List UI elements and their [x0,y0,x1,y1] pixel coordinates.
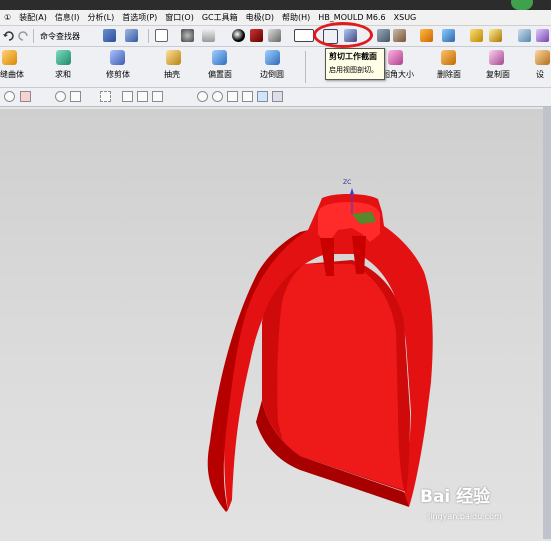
shell-icon[interactable] [166,50,181,65]
standard-toolbar: 命令查找器 [0,26,551,47]
select-filter-icon[interactable] [125,29,138,42]
feature-toolbar: 缝曲体 求和 修剪体 抽壳 偏置面 边倒圆 图角大小 删除面 复制面 设 [0,47,551,88]
unite-icon[interactable] [56,50,71,65]
menu-item-gc-toolbox[interactable]: GC工具箱 [198,12,242,23]
face-snap-icon[interactable] [257,91,268,102]
unite-button[interactable]: 求和 [55,69,71,80]
menu-item-xsug[interactable]: XSUG [390,13,421,22]
z-axis-label: ZC [343,179,352,186]
pencil-icon[interactable] [489,29,502,42]
command-finder-button[interactable]: 命令查找器 [40,31,80,42]
midpoint-icon[interactable] [137,91,148,102]
chamfer-icon[interactable] [536,29,549,42]
copy-face-icon[interactable] [489,50,504,65]
sew-body-button[interactable]: 缝曲体 [0,69,24,80]
trim-body-button[interactable]: 修剪体 [106,69,130,80]
measure-icon[interactable] [420,29,433,42]
endpoint-icon[interactable] [122,91,133,102]
status-badge [511,0,533,10]
separator [148,29,149,43]
watermark-url: jingyan.baidu.com [428,512,502,521]
quadrant-snap-icon[interactable] [212,91,223,102]
menu-item-info[interactable]: 信息(I) [51,12,84,23]
menu-item-analysis[interactable]: 分析(L) [84,12,119,23]
color-box-icon[interactable] [294,29,314,42]
delete-face-icon[interactable] [441,50,456,65]
wcs-icon[interactable] [393,29,406,42]
sketch-icon[interactable] [103,29,116,42]
menu-item-0[interactable]: ① [0,13,15,22]
circle-select-icon[interactable] [55,91,66,102]
shell-button[interactable]: 抽壳 [164,69,180,80]
perspective-icon[interactable] [202,29,215,42]
redo-icon[interactable] [18,30,30,42]
offset-face-button[interactable]: 偏置面 [208,69,232,80]
render-style-icon[interactable] [232,29,245,42]
curve-snap-icon[interactable] [167,91,178,102]
watermark-logo: Bai 经验 [420,487,491,507]
model-view [207,188,433,512]
analysis-icon[interactable] [442,29,455,42]
separator [305,51,306,83]
tooltip-description: 启用视图剖切。 [329,66,378,74]
window-title-strip [0,0,551,10]
fillet-icon[interactable] [518,29,531,42]
menu-item-help[interactable]: 帮助(H) [278,12,314,23]
rectangle-select-icon[interactable] [100,91,111,102]
tooltip: 剪切工作截面 启用视图剖切。 [325,48,385,80]
settings-icon[interactable] [535,50,550,65]
arrow-icon[interactable] [40,91,51,102]
menu-bar: ① 装配(A) 信息(I) 分析(L) 首选项(P) 窗口(O) GC工具箱 电… [0,10,551,26]
slash-snap-icon[interactable] [242,91,253,102]
settings-button[interactable]: 设 [536,69,544,80]
lasso-icon[interactable] [70,91,81,102]
wireframe-icon[interactable] [268,29,281,42]
highlight-circle [313,22,373,48]
orient-view-icon[interactable] [181,29,194,42]
edge-blend-button[interactable]: 边倒圆 [260,69,284,80]
selection-toolbar [0,88,551,107]
snap-point-icon[interactable] [20,91,31,102]
menu-item-preferences[interactable]: 首选项(P) [118,12,161,23]
menu-item-electrode[interactable]: 电极(D) [242,12,278,23]
corner-size-button[interactable]: 图角大小 [382,69,414,80]
resource-bar [543,107,551,539]
separator [33,29,34,43]
center-snap-icon[interactable] [197,91,208,102]
bounding-box-icon[interactable] [272,91,283,102]
offset-face-icon[interactable] [212,50,227,65]
perpendicular-icon[interactable] [182,91,193,102]
line-snap-icon[interactable] [152,91,163,102]
copy-face-button[interactable]: 复制面 [486,69,510,80]
menu-item-hb-mould[interactable]: HB_MOULD M6.6 [314,13,389,22]
fit-view-icon[interactable] [155,29,168,42]
trim-body-icon[interactable] [110,50,125,65]
gear-icon[interactable] [4,91,15,102]
ruler-icon[interactable] [470,29,483,42]
delete-face-button[interactable]: 删除面 [437,69,461,80]
menu-item-window[interactable]: 窗口(O) [161,12,198,23]
shaded-icon[interactable] [250,29,263,42]
sew-body-icon[interactable] [2,50,17,65]
edge-blend-icon[interactable] [265,50,280,65]
undo-icon[interactable] [2,30,14,42]
graphics-viewport[interactable] [0,107,551,541]
plus-snap-icon[interactable] [227,91,238,102]
rotate-icon[interactable] [85,91,96,102]
corner-size-icon[interactable] [388,50,403,65]
layer-icon[interactable] [377,29,390,42]
menu-item-assembly[interactable]: 装配(A) [15,12,51,23]
tooltip-title: 剪切工作截面 [329,52,377,61]
